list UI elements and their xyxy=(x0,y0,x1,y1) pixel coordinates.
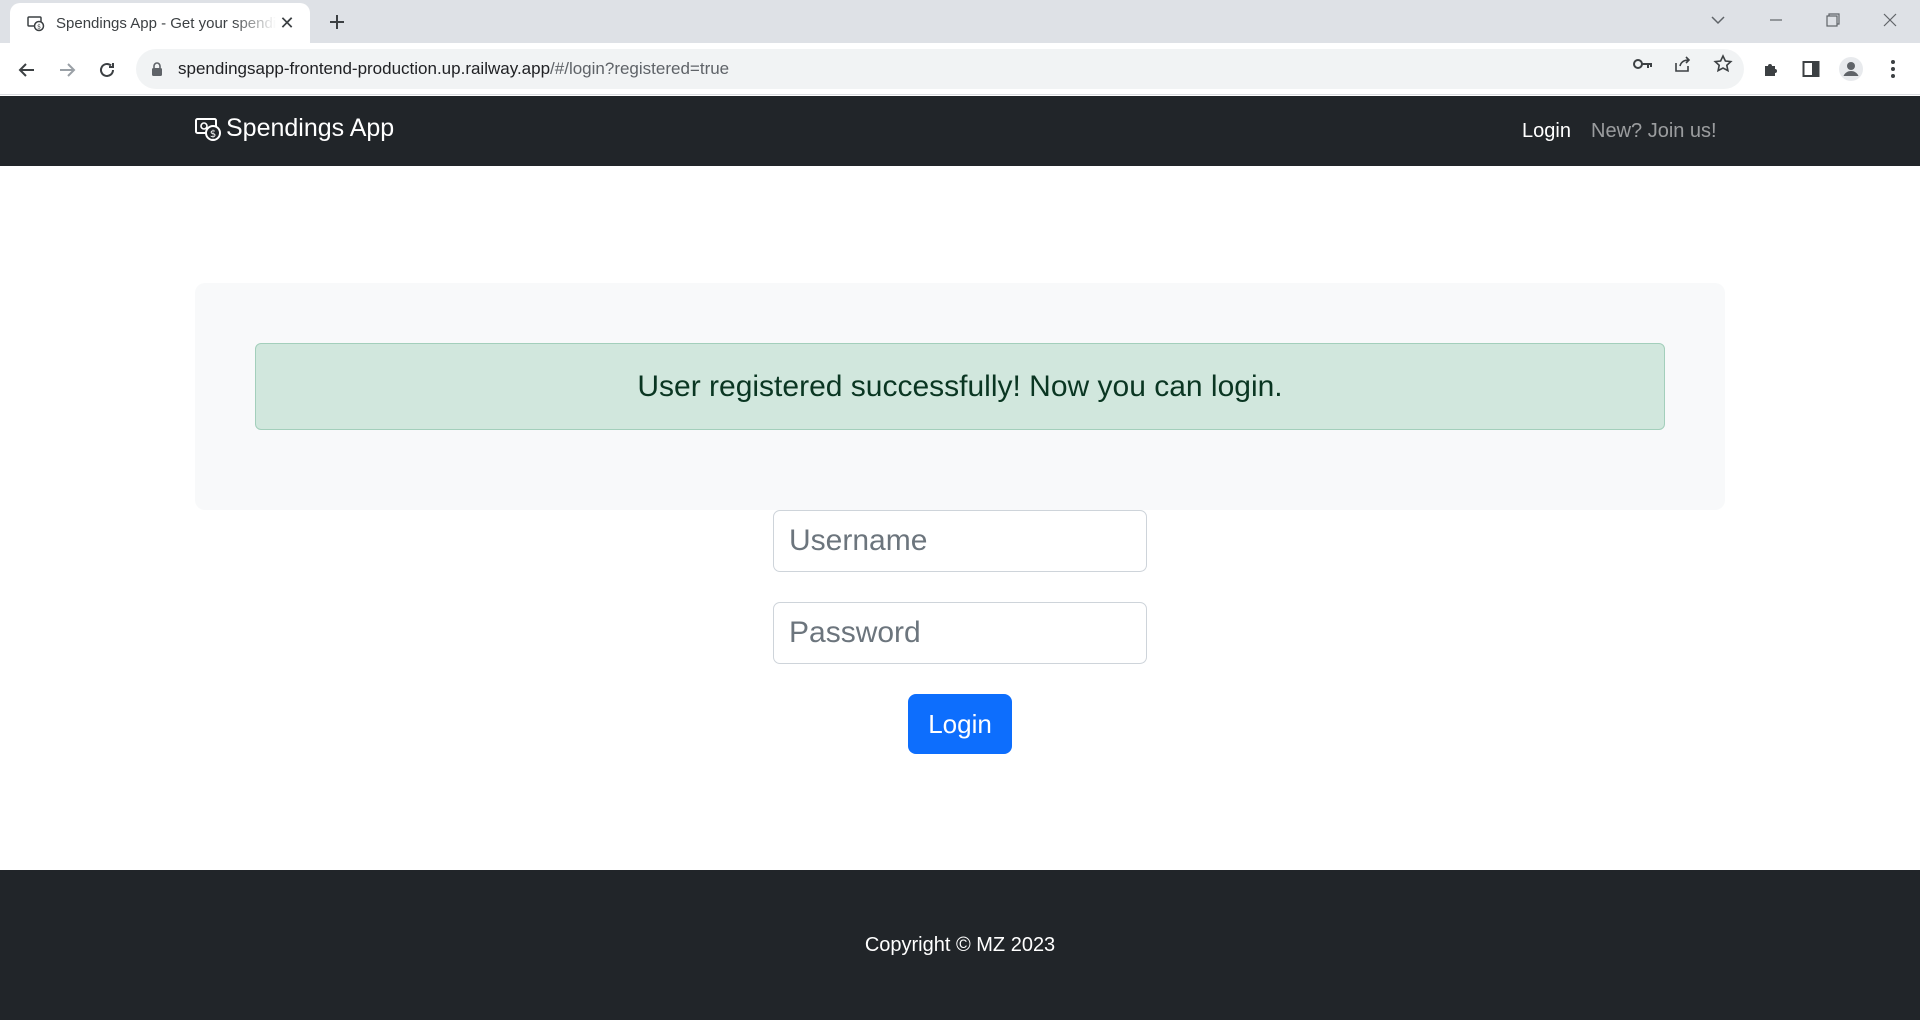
side-panel-icon[interactable] xyxy=(1798,56,1824,82)
brand-name: Spendings App xyxy=(226,114,395,142)
password-input[interactable] xyxy=(773,602,1147,664)
restore-icon[interactable] xyxy=(1805,0,1861,40)
app-footer: Copyright © MZ 2023 xyxy=(0,870,1920,1020)
address-bar[interactable]: spendingsapp-frontend-production.up.rail… xyxy=(136,49,1744,89)
login-button[interactable]: Login xyxy=(908,694,1012,754)
close-tab-icon[interactable]: ✕ xyxy=(276,12,298,34)
page-content: $ Spendings App Login New? Join us! User… xyxy=(0,96,1920,1020)
bookmark-star-icon[interactable] xyxy=(1712,53,1734,75)
lock-icon[interactable] xyxy=(150,62,164,76)
money-icon: $ xyxy=(194,115,222,143)
app-navbar: $ Spendings App Login New? Join us! xyxy=(0,96,1920,166)
tab-search-icon[interactable] xyxy=(1690,0,1746,40)
menu-kebab-icon[interactable] xyxy=(1880,56,1906,82)
message-container: User registered successfully! Now you ca… xyxy=(195,283,1725,510)
tab-title: Spendings App - Get your spending xyxy=(56,14,276,32)
brand-link[interactable]: $ Spendings App xyxy=(194,114,394,143)
url-text: spendingsapp-frontend-production.up.rail… xyxy=(178,59,729,79)
reload-icon[interactable] xyxy=(90,53,124,87)
password-key-icon[interactable] xyxy=(1632,53,1654,75)
extensions-icon[interactable] xyxy=(1758,56,1784,82)
minimize-icon[interactable] xyxy=(1748,0,1804,40)
forward-icon[interactable] xyxy=(50,53,84,87)
copyright-text: Copyright © MZ 2023 xyxy=(864,933,1056,956)
new-tab-icon[interactable] xyxy=(322,7,352,37)
browser-tab[interactable]: $ Spendings App - Get your spending ✕ xyxy=(10,3,310,43)
share-icon[interactable] xyxy=(1672,53,1694,75)
browser-tabstrip: $ Spendings App - Get your spending ✕ xyxy=(0,0,1920,43)
username-input[interactable] xyxy=(773,510,1147,572)
alert-message: User registered successfully! Now you ca… xyxy=(637,369,1283,403)
money-icon: $ xyxy=(26,13,46,33)
back-icon[interactable] xyxy=(10,53,44,87)
nav-join-link[interactable]: New? Join us! xyxy=(1591,120,1717,143)
profile-avatar-icon[interactable] xyxy=(1838,56,1864,82)
close-window-icon[interactable] xyxy=(1862,0,1918,40)
url-domain: spendingsapp-frontend-production.up.rail… xyxy=(178,59,551,78)
browser-toolbar: spendingsapp-frontend-production.up.rail… xyxy=(0,43,1920,95)
svg-text:$: $ xyxy=(37,24,41,31)
svg-text:$: $ xyxy=(210,129,216,140)
nav-login-link[interactable]: Login xyxy=(1522,120,1571,143)
success-alert: User registered successfully! Now you ca… xyxy=(255,343,1665,430)
url-path: /#/login?registered=true xyxy=(550,59,730,78)
